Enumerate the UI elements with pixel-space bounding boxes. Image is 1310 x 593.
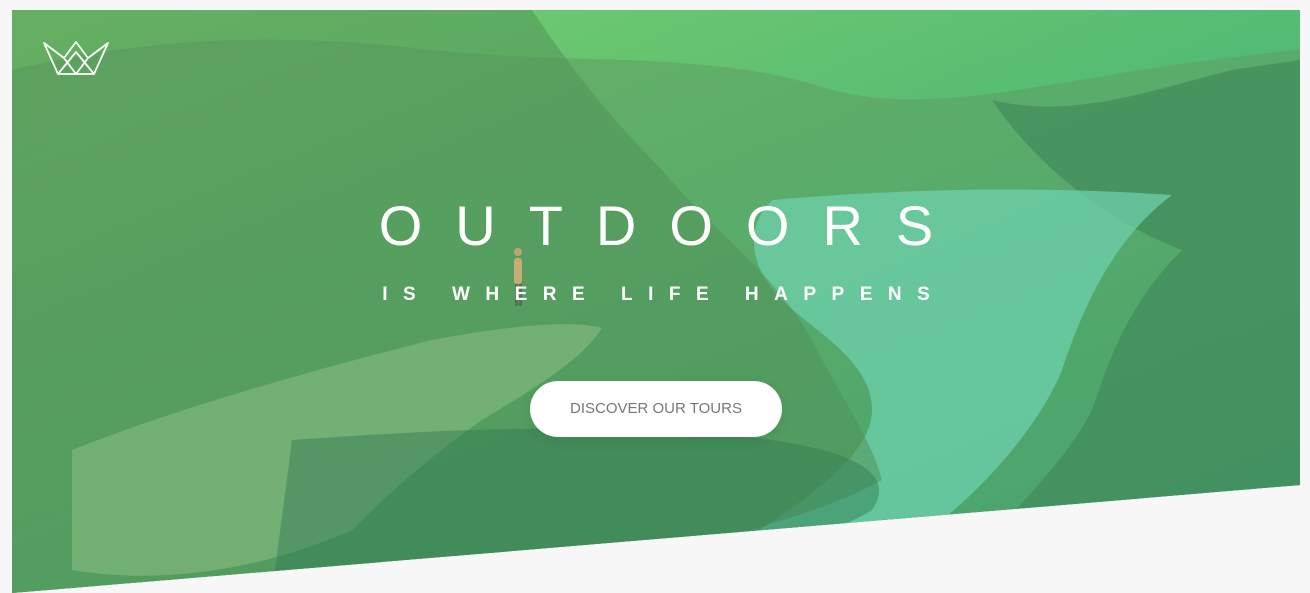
hero-heading: OUTDOORS IS WHERE LIFE HAPPENS (12, 193, 1300, 307)
heading-secondary: IS WHERE LIFE HAPPENS (382, 284, 946, 305)
heading-primary: OUTDOORS (378, 194, 967, 257)
page: OUTDOORS IS WHERE LIFE HAPPENS DISCOVER … (0, 0, 1310, 593)
hero-header: OUTDOORS IS WHERE LIFE HAPPENS DISCOVER … (12, 10, 1300, 593)
crown-icon[interactable] (42, 40, 110, 78)
hero-text-box: OUTDOORS IS WHERE LIFE HAPPENS DISCOVER … (12, 193, 1300, 437)
discover-tours-button[interactable]: DISCOVER OUR TOURS (530, 381, 782, 437)
